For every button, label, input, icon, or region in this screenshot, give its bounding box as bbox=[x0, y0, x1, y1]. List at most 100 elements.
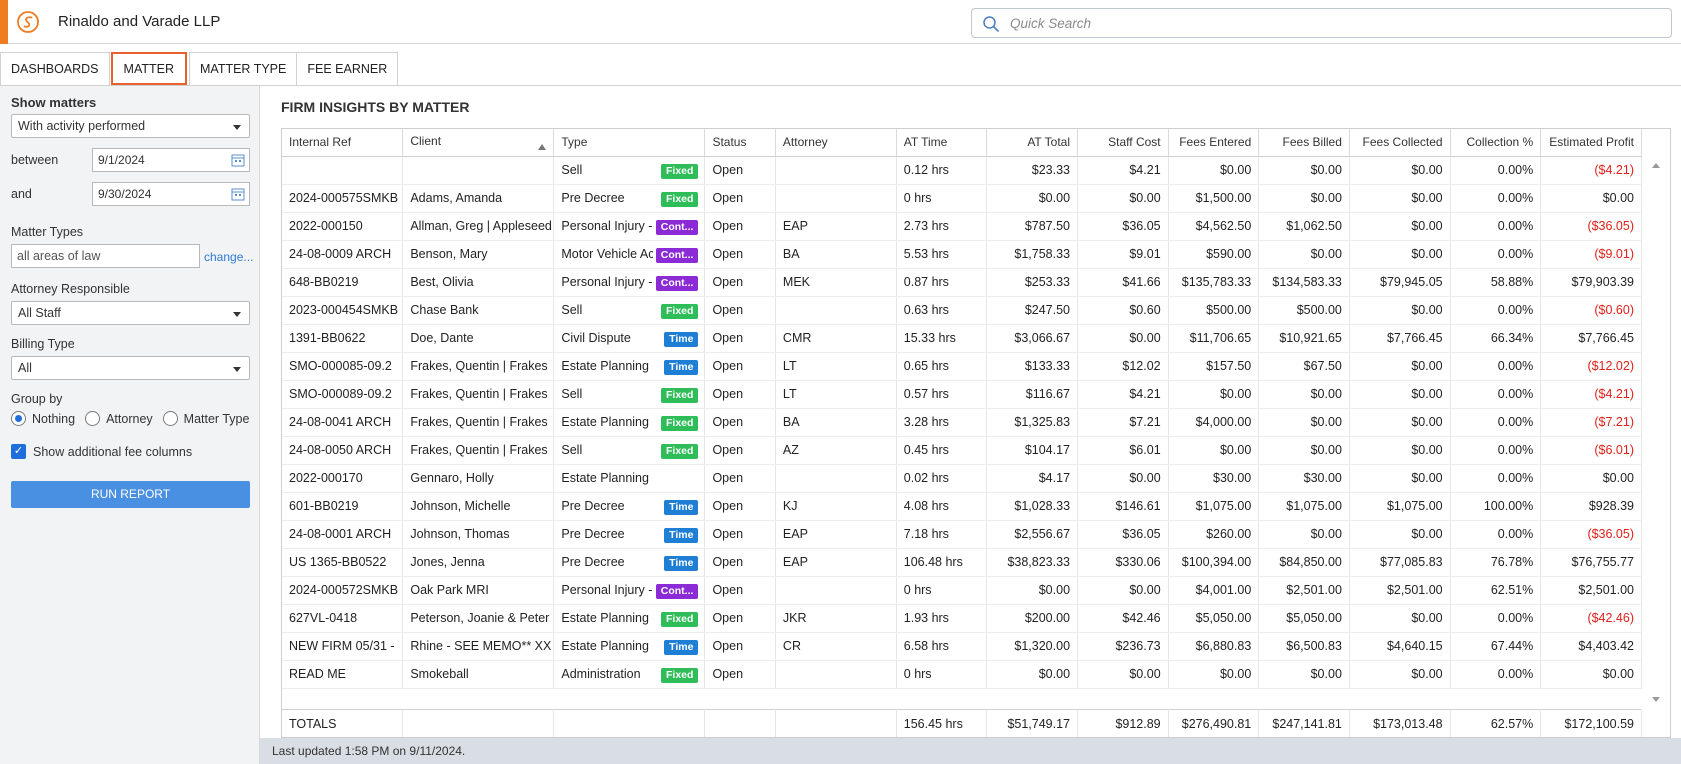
cell-fees-billed: $30.00 bbox=[1258, 464, 1350, 493]
radio-attorney[interactable] bbox=[85, 411, 101, 426]
cell-at-time: 0.87 hrs bbox=[896, 268, 988, 297]
table-row[interactable]: 24-08-0001 ARCH Johnson, Thomas Pre Decree… bbox=[282, 520, 1642, 549]
cell-at-total: $1,758.33 bbox=[986, 240, 1079, 269]
run-report-button[interactable]: RUN REPORT bbox=[11, 481, 250, 508]
billing-type-dropdown[interactable]: All bbox=[11, 356, 250, 380]
cell-fees-collected: $0.00 bbox=[1349, 156, 1451, 185]
cell-fees-entered: $4,562.50 bbox=[1168, 212, 1260, 241]
table-row[interactable]: US 1365-BB0522 Jones, Jenna Pre Decree Time… bbox=[282, 548, 1642, 577]
col-fees-billed[interactable]: Fees Billed bbox=[1258, 129, 1350, 157]
table-row[interactable]: 601-BB0219 Johnson, Michelle Pre Decree Tim… bbox=[282, 492, 1642, 521]
cell-estimated-profit: $76,755.77 bbox=[1540, 548, 1642, 577]
col-collection-pct[interactable]: Collection % bbox=[1450, 129, 1542, 157]
table-row[interactable]: 24-08-0041 ARCH Frakes, Quentin | Frakes E… bbox=[282, 408, 1642, 437]
scroll-down-icon[interactable] bbox=[1652, 697, 1660, 702]
col-estimated-profit[interactable]: Estimated Profit bbox=[1540, 129, 1642, 157]
cell-internal-ref: 1391-BB0622 bbox=[282, 324, 404, 353]
quick-search-box[interactable] bbox=[971, 8, 1672, 38]
cell-fees-entered: $1,075.00 bbox=[1168, 492, 1260, 521]
col-at-time[interactable]: AT Time bbox=[896, 129, 988, 157]
table-row[interactable]: 2024-000572SMKB Oak Park MRI Personal Inju… bbox=[282, 576, 1642, 605]
col-attorney[interactable]: Attorney bbox=[775, 129, 897, 157]
radio-nothing[interactable] bbox=[11, 411, 26, 426]
cell-at-time: 0 hrs bbox=[896, 576, 988, 605]
col-type[interactable]: Type bbox=[553, 129, 706, 157]
cell-at-time: 0 hrs bbox=[896, 660, 988, 689]
tab-fee-earner[interactable]: FEE EARNER bbox=[296, 52, 399, 85]
cell-collection-pct: 0.00% bbox=[1450, 156, 1542, 185]
col-internal-ref[interactable]: Internal Ref bbox=[282, 129, 404, 157]
cell-fees-entered: $4,001.00 bbox=[1168, 576, 1260, 605]
table-row[interactable]: 24-08-0009 ARCH Benson, Mary Motor Vehicle… bbox=[282, 240, 1642, 269]
chevron-down-icon bbox=[233, 125, 241, 130]
table-row[interactable]: 648-BB0219 Best, Olivia Personal Injury - … bbox=[282, 268, 1642, 297]
attorney-dropdown[interactable]: All Staff bbox=[11, 301, 250, 325]
col-client[interactable]: Client bbox=[402, 129, 555, 157]
cell-staff-cost: $0.00 bbox=[1077, 576, 1169, 605]
start-date-field[interactable]: 9/1/2024 bbox=[92, 148, 250, 172]
cell-estimated-profit: ($4.21) bbox=[1540, 156, 1642, 185]
cell-internal-ref: 648-BB0219 bbox=[282, 268, 404, 297]
table-row[interactable]: SMO-000085-09.2 Frakes, Quentin | Frakes E… bbox=[282, 352, 1642, 381]
show-fee-columns-checkbox[interactable]: ✓ bbox=[11, 444, 26, 459]
matter-type-text: Pre Decree bbox=[561, 527, 625, 542]
cell-at-total: $23.33 bbox=[986, 156, 1079, 185]
cell-staff-cost: $7.21 bbox=[1077, 408, 1169, 437]
table-row[interactable]: SMO-000089-09.2 Frakes, Quentin | Frakes S… bbox=[282, 380, 1642, 409]
cell-fees-collected: $0.00 bbox=[1349, 464, 1451, 493]
cell-type: Pre Decree Time bbox=[553, 520, 706, 549]
col-fees-entered[interactable]: Fees Entered bbox=[1168, 129, 1260, 157]
cell-internal-ref: READ ME bbox=[282, 660, 404, 689]
table-row[interactable]: 2024-000575SMKB Adams, Amanda Pre Decree Fi… bbox=[282, 184, 1642, 213]
cell-client: Best, Olivia bbox=[402, 268, 555, 297]
totals-cell bbox=[553, 709, 706, 737]
tab-matter[interactable]: MATTER bbox=[110, 52, 187, 85]
cell-at-total: $0.00 bbox=[986, 184, 1079, 213]
billing-type-badge: Fixed bbox=[661, 303, 699, 319]
table-row[interactable]: 627VL-0418 Peterson, Joanie & Peter Estate… bbox=[282, 604, 1642, 633]
cell-status: Open bbox=[704, 520, 776, 549]
billing-type-value: All bbox=[18, 361, 32, 375]
table-row[interactable]: 1391-BB0622 Doe, Dante Civil Dispute Time Op… bbox=[282, 324, 1642, 353]
table-row[interactable]: 24-08-0050 ARCH Frakes, Quentin | Frakes S… bbox=[282, 436, 1642, 465]
table-row[interactable]: READ ME Smokeball Administration Fixed Open 0… bbox=[282, 660, 1642, 689]
show-matters-label: Show matters bbox=[11, 95, 97, 110]
table-row[interactable]: NEW FIRM 05/31 - Rhine - SEE MEMO** XX Est… bbox=[282, 632, 1642, 661]
table-row[interactable]: 2022-000170 Gennaro, Holly Estate Planning… bbox=[282, 464, 1642, 493]
quick-search-input[interactable] bbox=[1008, 13, 1658, 33]
radio-nothing-label: Nothing bbox=[32, 411, 76, 426]
cell-fees-entered: $0.00 bbox=[1168, 436, 1260, 465]
cell-collection-pct: 0.00% bbox=[1450, 520, 1542, 549]
cell-attorney: JKR bbox=[775, 604, 897, 633]
cell-type: Pre Decree Fixed bbox=[553, 184, 706, 213]
col-at-total[interactable]: AT Total bbox=[986, 129, 1079, 157]
col-fees-collected[interactable]: Fees Collected bbox=[1349, 129, 1451, 157]
table-row[interactable]: 2023-000454SMKB Chase Bank Sell Fixed Open 0.… bbox=[282, 296, 1642, 325]
cell-internal-ref: NEW FIRM 05/31 - bbox=[282, 632, 404, 661]
matter-type-text: Sell bbox=[561, 443, 583, 458]
tab-dashboards[interactable]: DASHBOARDS bbox=[0, 52, 110, 85]
col-staff-cost[interactable]: Staff Cost bbox=[1077, 129, 1169, 157]
scroll-up-icon[interactable] bbox=[1652, 163, 1660, 168]
cell-fees-billed: $0.00 bbox=[1258, 240, 1350, 269]
tab-matter-type[interactable]: MATTER TYPE bbox=[189, 52, 298, 85]
cell-fees-billed: $67.50 bbox=[1258, 352, 1350, 381]
billing-type-badge: Time bbox=[664, 527, 699, 543]
cell-attorney bbox=[775, 184, 897, 213]
cell-at-total: $253.33 bbox=[986, 268, 1079, 297]
calendar-icon[interactable] bbox=[231, 153, 245, 167]
change-matter-types-link[interactable]: change... bbox=[204, 250, 253, 264]
radio-matter-type[interactable] bbox=[162, 411, 178, 426]
cell-attorney: MEK bbox=[775, 268, 897, 297]
end-date-field[interactable]: 9/30/2024 bbox=[92, 182, 250, 206]
col-status[interactable]: Status bbox=[704, 129, 776, 157]
billing-type-badge: Time bbox=[664, 499, 699, 515]
matter-types-field[interactable]: all areas of law bbox=[11, 244, 200, 268]
cell-type: Administration Fixed bbox=[553, 660, 706, 689]
cell-at-time: 0.12 hrs bbox=[896, 156, 988, 185]
show-matters-dropdown[interactable]: With activity performed bbox=[11, 114, 250, 138]
table-row[interactable]: Sell Fixed Open 0.12 hrs $23.33 $4.21 $0.00 $0.… bbox=[282, 156, 1642, 185]
table-row[interactable]: 2022-000150 Allman, Greg | Appleseed Perso… bbox=[282, 212, 1642, 241]
calendar-icon[interactable] bbox=[231, 187, 245, 201]
cell-fees-billed: $2,501.00 bbox=[1258, 576, 1350, 605]
